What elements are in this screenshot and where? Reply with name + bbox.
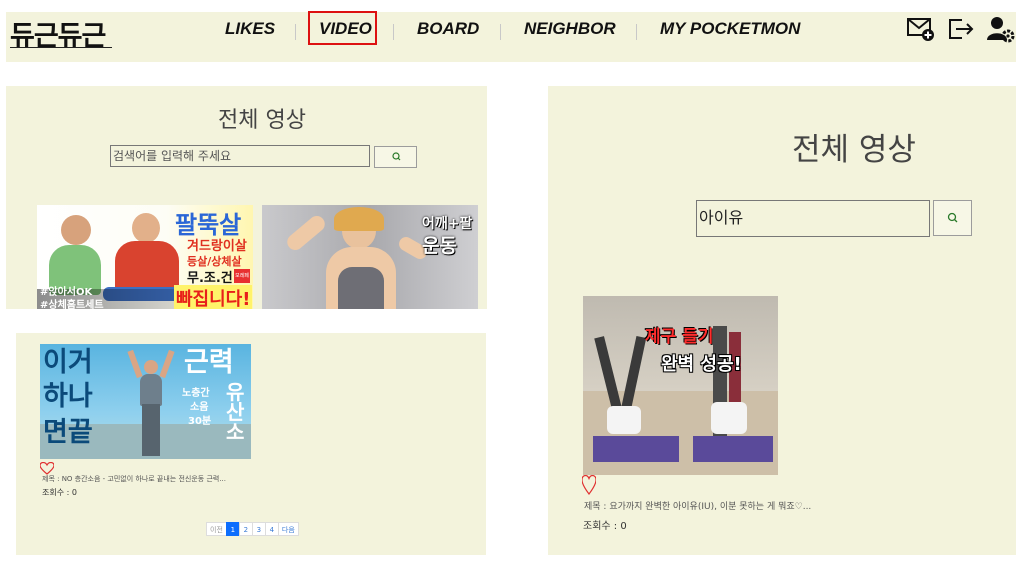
thumb-text: 하나 xyxy=(43,381,93,412)
search-button[interactable] xyxy=(374,146,417,168)
search-icon xyxy=(947,212,958,223)
nav-my-pocketmon[interactable]: MY POCKETMON xyxy=(660,19,800,39)
video-thumbnail[interactable]: 팔뚝살 겨드랑이살 등살/상체살 무.조.건 모레페이 빠집니다! #앉아서OK… xyxy=(37,205,253,309)
pager-page-1[interactable]: 1 xyxy=(225,522,240,536)
nav-video[interactable]: VIDEO xyxy=(319,19,372,39)
thumb-text: 빠집니다! xyxy=(174,285,253,309)
thumb-text: 소음 xyxy=(190,402,209,413)
video-title[interactable]: 제목 : NO 층간소음 - 고민없이 하나로 끝내는 전신운동 근력... xyxy=(42,474,226,484)
thumb-text: 유산소 xyxy=(226,380,245,444)
thumb-text: 노층간 xyxy=(182,388,210,399)
video-thumbnail[interactable]: 어깨+팔 운동 xyxy=(262,205,478,309)
nav-likes[interactable]: LIKES xyxy=(225,19,275,39)
thumb-text: 운동 xyxy=(422,235,457,257)
nav-divider xyxy=(500,24,501,40)
mail-add-icon[interactable] xyxy=(906,15,936,43)
thumb-text: 면끝 xyxy=(43,417,93,448)
pagination: 이전 1 2 3 4 다음 xyxy=(206,522,299,536)
logo-underline xyxy=(10,47,112,48)
thumb-text: 30분 xyxy=(188,416,212,427)
view-count: 조회수 : 0 xyxy=(583,521,627,532)
nav-divider xyxy=(393,24,394,40)
thumb-text: 제구 들기 xyxy=(645,327,714,347)
top-nav: 듀근듀근 LIKES VIDEO BOARD NEIGHBOR MY POCKE… xyxy=(6,11,1016,62)
thumb-text: 완벽 성공! xyxy=(661,354,742,375)
right-panel: 전체 영상 아이유 제구 들기 완벽 성공! 제목 : 요가까지 완벽한 아이유… xyxy=(548,86,1016,555)
left-panel-bottom: 이거 하나 면끝 근력 유산소 노층간 소음 30분 제목 : NO 층간소음 … xyxy=(16,333,486,555)
search-input[interactable]: 검색어를 입력해 주세요 xyxy=(110,145,370,167)
pager-page-2[interactable]: 2 xyxy=(238,522,253,536)
nav-divider xyxy=(636,24,637,40)
heart-icon[interactable] xyxy=(581,474,597,499)
thumb-text: 무.조.건 xyxy=(187,271,233,286)
user-settings-icon[interactable] xyxy=(986,15,1016,43)
video-thumbnail[interactable]: 제구 들기 완벽 성공! xyxy=(583,296,778,475)
video-thumbnail[interactable]: 이거 하나 면끝 근력 유산소 노층간 소음 30분 xyxy=(40,344,251,459)
page-title: 전체 영상 xyxy=(792,132,916,168)
nav-board[interactable]: BOARD xyxy=(417,19,479,39)
nav-neighbor[interactable]: NEIGHBOR xyxy=(524,19,616,39)
thumb-badge: 모레페이 xyxy=(234,269,250,293)
view-count: 조회수 : 0 xyxy=(42,488,77,497)
search-input[interactable]: 아이유 xyxy=(696,200,930,237)
search-icon xyxy=(392,152,401,161)
thumb-text: 겨드랑이살 xyxy=(187,239,247,254)
search-button[interactable] xyxy=(933,200,972,236)
pager-prev[interactable]: 이전 xyxy=(206,522,227,536)
nav-divider xyxy=(295,24,296,40)
pager-page-3[interactable]: 3 xyxy=(251,522,266,536)
thumb-text: #상체홈트세트 xyxy=(40,300,104,309)
page-title: 전체 영상 xyxy=(218,108,306,133)
pager-next[interactable]: 다음 xyxy=(277,522,299,536)
thumb-text: 이거 xyxy=(43,347,93,378)
logout-icon[interactable] xyxy=(946,15,976,43)
video-title[interactable]: 제목 : 요가까지 완벽한 아이유(IU), 이분 못하는 게 뭐죠♡... xyxy=(584,499,811,512)
left-panel-top: 전체 영상 검색어를 입력해 주세요 팔뚝살 겨드랑이살 등살/상체살 무.조.… xyxy=(6,86,487,309)
thumb-text: 어깨+팔 xyxy=(422,216,473,232)
thumb-text: 근력 xyxy=(184,347,234,378)
pager-page-4[interactable]: 4 xyxy=(264,522,279,536)
